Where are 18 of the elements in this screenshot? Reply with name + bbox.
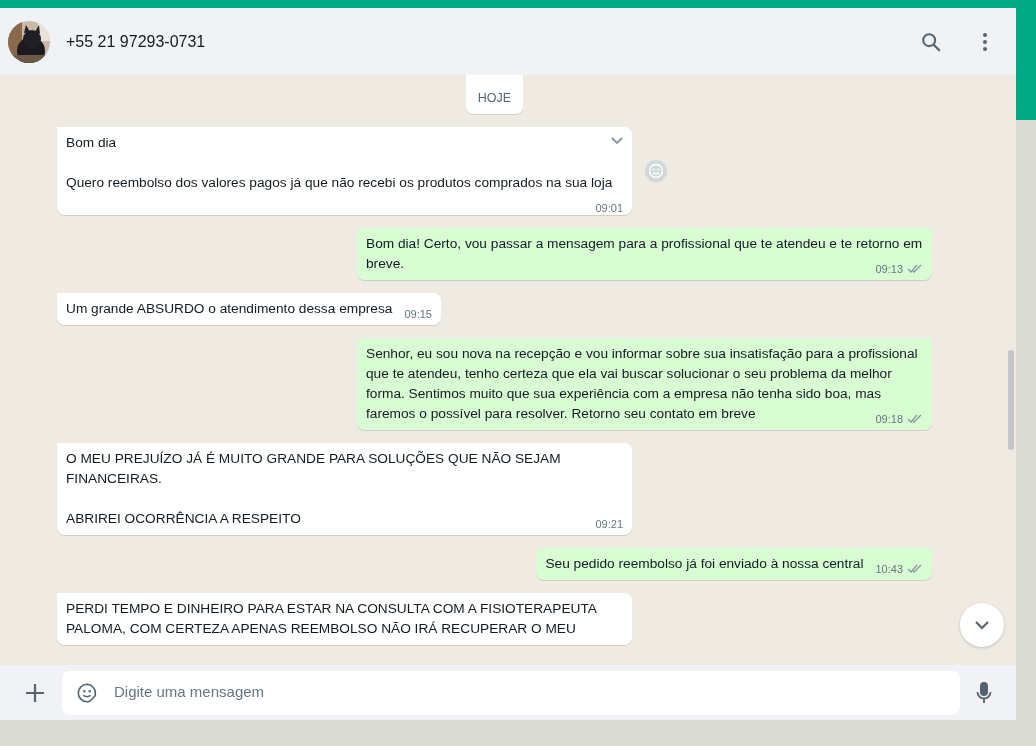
message-time: 09:13 (875, 261, 903, 276)
message-time: 09:21 (595, 516, 623, 531)
received-message: PERDI TEMPO E DINHEIRO PARA ESTAR NA CONSULTA COM A FISIOTERAPEUTA PALOMA, COM CERTEZA APENAS REEMBOLSO NÃO IRÁ RECUPERAR O MEU (57, 592, 632, 645)
message-time: 10:43 (875, 561, 903, 576)
date-label: HOJE (465, 75, 524, 114)
message-time: 09:18 (875, 411, 903, 426)
scrollbar[interactable] (1008, 350, 1014, 450)
received-message: Bom dia Quero reembolso dos valores pagos já que não recebi os produtos comprados na sua loja 09:01 (57, 126, 632, 215)
sent-message: Seu pedido reembolso já foi enviado à nossa central 10:43 (536, 547, 932, 580)
received-message: O MEU PREJUÍZO JÁ É MUITO GRANDE PARA SOLUÇÕES QUE NÃO SEJAM FINANCEIRAS. ABRIREI OCORRÊNCIA A RESPEITO 09:21 (57, 442, 632, 535)
sent-message: Senhor, eu sou nova na recepção e vou informar sobre sua insatisfação para a profissional que te atendeu, tenho certeza que ela vai buscar solucionar o seu problema da melhor forma. Sentimos muito que sua experiência com a empresa não tenha sido boa, mas faremos o possível para resolver. Retorno seu contato em breve 09:18 (357, 337, 932, 430)
message-field[interactable]: Digite uma mensagem (62, 670, 960, 715)
sticker-icon[interactable] (76, 681, 98, 704)
sent-message: Bom dia! Certo, vou passar a mensagem para a profissional que te atendeu e te retorno em breve. 09:13 (357, 227, 932, 280)
message-time: 09:01 (595, 200, 623, 215)
chevron-down-icon (973, 619, 991, 631)
received-message: Um grande ABSURDO o atendimento dessa empresa 09:15 (57, 292, 441, 325)
message-time: 09:15 (404, 306, 432, 321)
